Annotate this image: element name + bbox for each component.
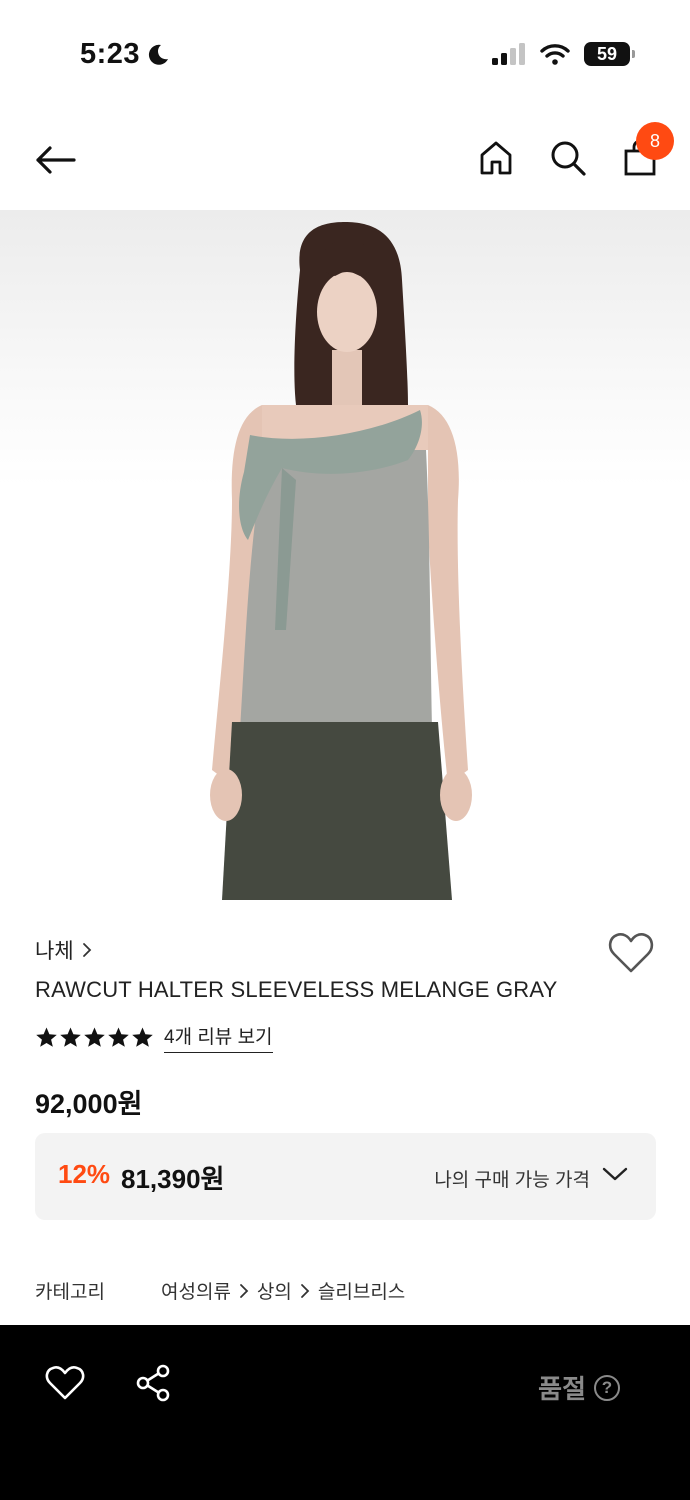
search-button[interactable] <box>544 134 592 182</box>
category-link-sleeveless[interactable]: 슬리브리스 <box>318 1277 405 1304</box>
chevron-right-icon <box>300 1283 310 1298</box>
signal-icon <box>492 43 525 65</box>
product-image[interactable] <box>0 210 690 900</box>
star-icon <box>108 1027 129 1047</box>
back-button[interactable] <box>30 138 80 182</box>
search-icon <box>551 141 586 176</box>
battery-level: 59 <box>596 43 618 64</box>
wifi-icon <box>540 44 570 65</box>
rating-row: 4개 리뷰 보기 <box>35 1022 273 1053</box>
cart-button[interactable]: 8 <box>616 122 674 182</box>
star-icon <box>60 1027 81 1047</box>
heart-outline-icon <box>45 1366 85 1400</box>
chevron-right-icon <box>240 1283 249 1298</box>
model-illustration <box>210 222 472 900</box>
status-bar: 5:23 59 <box>0 0 690 110</box>
price-label: 나의 구매 가능 가격 <box>434 1170 590 1191</box>
top-nav-bar: 8 <box>0 110 690 210</box>
star-icon <box>132 1027 153 1047</box>
share-button[interactable] <box>134 1363 174 1403</box>
discount-price: 81,390원 <box>121 1164 225 1194</box>
cart-count: 8 <box>649 130 660 151</box>
chevron-right-icon <box>82 943 91 957</box>
product-title: RAWCUT HALTER SLEEVELESS MELANGE GRAY <box>35 977 558 1002</box>
category-link-tops[interactable]: 상의 <box>257 1277 292 1304</box>
help-icon[interactable]: ? <box>594 1374 620 1401</box>
status-time-text: 5:23 <box>80 38 141 70</box>
brand-name: 나체 <box>35 940 74 963</box>
battery-indicator: 59 <box>584 42 635 66</box>
category-label: 카테고리 <box>35 1282 105 1303</box>
category-link-womens-clothing[interactable]: 여성의류 <box>161 1277 231 1304</box>
soldout-button[interactable]: 품절 ? <box>538 1369 620 1406</box>
arrow-left-icon <box>36 146 76 174</box>
star-icon <box>36 1027 57 1047</box>
heart-outline-icon <box>608 933 654 973</box>
discount-price-panel[interactable]: 12% 81,390원 나의 구매 가능 가격 <box>35 1133 656 1220</box>
rating-stars <box>35 1026 154 1049</box>
home-button[interactable] <box>472 134 520 182</box>
status-time: 5:23 <box>80 38 170 71</box>
review-link[interactable]: 4개 리뷰 보기 <box>164 1022 273 1053</box>
home-icon <box>480 141 512 175</box>
discount-rate: 12% <box>58 1159 111 1189</box>
cart-count-badge: 8 <box>636 122 674 160</box>
status-icons: 59 <box>492 42 635 66</box>
category-breadcrumb: 카테고리 여성의류 상의 슬리브리스 <box>35 1277 405 1304</box>
original-price: 92,000원 <box>35 1089 143 1119</box>
brand-link[interactable]: 나체 <box>35 935 92 965</box>
share-icon <box>136 1364 170 1402</box>
bottom-action-bar: 품절 ? <box>0 1325 690 1500</box>
soldout-text: 품절 <box>538 1374 586 1404</box>
wishlist-button[interactable] <box>608 932 654 976</box>
bottom-wishlist-button[interactable] <box>45 1365 85 1403</box>
chevron-down-icon <box>602 1167 628 1181</box>
star-icon <box>84 1027 105 1047</box>
moon-icon <box>148 44 169 65</box>
